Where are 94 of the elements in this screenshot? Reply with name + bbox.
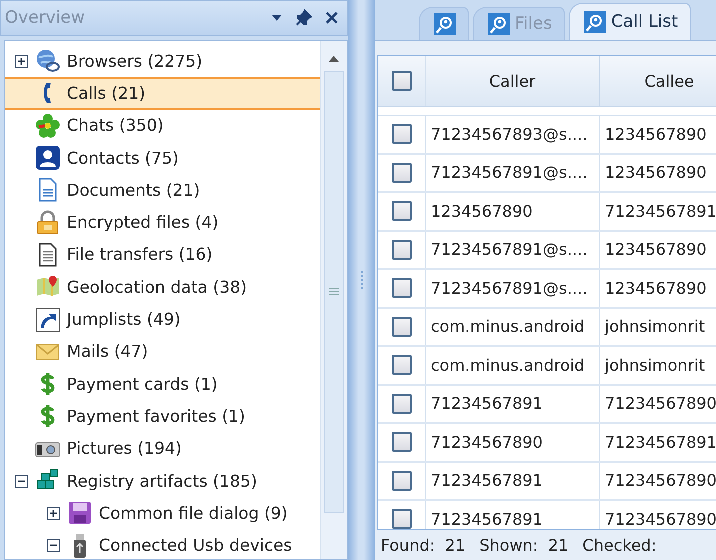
tree-item[interactable]: Connected Usb devices	[5, 529, 320, 559]
table-cell: 1234567890	[605, 163, 707, 182]
phone-icon	[44, 82, 52, 104]
table-cell: 71234567890	[431, 432, 543, 452]
expander-icon[interactable]	[46, 506, 60, 520]
table-cell: 1234567890	[431, 202, 533, 221]
tree-item[interactable]: Encrypted files (4)	[5, 206, 320, 239]
row-checkbox[interactable]	[392, 162, 412, 183]
tree-item[interactable]: Documents (21)	[5, 174, 320, 206]
table-cell: 71234567891	[605, 202, 716, 221]
row-checkbox[interactable]	[392, 355, 412, 376]
row-checkbox[interactable]	[392, 240, 412, 260]
tree-item[interactable]: Common file dialog (9)	[5, 497, 320, 530]
dropdown-icon[interactable]	[271, 14, 283, 22]
expander-icon[interactable]	[46, 539, 60, 552]
tree-item[interactable]: Browsers (2275)	[5, 45, 320, 78]
table-cell: johnsimonrit	[605, 356, 706, 375]
tree-item-label: Connected Usb devices	[99, 536, 292, 556]
tree-item[interactable]: Chats (350)	[5, 110, 320, 142]
tab[interactable]	[419, 7, 469, 40]
status-value: 21	[548, 536, 569, 554]
padlock-icon	[35, 210, 61, 236]
tree-item-label: Calls (21)	[67, 84, 146, 103]
status-label: Found:	[381, 536, 436, 554]
row-checkbox[interactable]	[392, 394, 412, 414]
table-cell: 71234567891	[431, 471, 543, 490]
table-cell: 71234567891	[605, 432, 716, 452]
table-cell: 71234567890	[605, 394, 716, 414]
status-label: Checked:	[582, 536, 657, 554]
tree-item-label: Contacts (75)	[67, 148, 179, 168]
tree-item-label: File transfers (16)	[67, 245, 213, 264]
table-cell: 71234567893@s....	[431, 124, 588, 144]
table-cell: johnsimonrit	[605, 317, 706, 336]
tree-item[interactable]: Geolocation data (38)	[5, 271, 320, 304]
tree-item-label: Mails (47)	[67, 342, 148, 362]
row-checkbox[interactable]	[392, 432, 412, 452]
tree-item[interactable]: File transfers (16)	[5, 238, 320, 272]
table-cell: 1234567890	[605, 124, 707, 144]
tree-item[interactable]: Mails (47)	[5, 336, 320, 368]
splitter-handle[interactable]	[348, 0, 375, 560]
tree-item-label: Payment cards (1)	[67, 374, 218, 394]
tree-item[interactable]: Calls (21)	[5, 77, 320, 110]
tree-item-label: Geolocation data (38)	[67, 278, 248, 297]
tree-item[interactable]: Jumplists (49)	[5, 303, 320, 336]
table-cell: 71234567890	[605, 510, 716, 529]
tree-item-label: Encrypted files (4)	[67, 213, 219, 232]
row-checkbox[interactable]	[392, 124, 412, 144]
tree-item[interactable]: Contacts (75)	[5, 142, 320, 174]
expander-icon[interactable]	[14, 54, 28, 68]
table-cell: 71234567890	[605, 471, 716, 490]
status-label: Shown:	[480, 536, 538, 554]
close-icon[interactable]	[325, 11, 339, 25]
tree-item[interactable]: Registry artifacts (185)	[5, 464, 320, 498]
column-header[interactable]: Caller	[426, 56, 600, 106]
person-icon	[35, 145, 61, 172]
table-cell: 71234567891	[431, 510, 543, 529]
scrollbar[interactable]	[320, 41, 347, 559]
table-cell: com.minus.android	[431, 356, 585, 375]
table-cell: 1234567890	[605, 278, 707, 298]
row-checkbox[interactable]	[392, 509, 412, 529]
table-cell: 1234567890	[605, 240, 707, 260]
table-cell: 71234567891@s....	[431, 278, 588, 298]
scrollbar-thumb[interactable]	[324, 71, 344, 513]
tree-item-label: Payment favorites (1)	[67, 406, 246, 426]
pin-icon[interactable]	[295, 9, 313, 27]
row-checkbox[interactable]	[392, 316, 412, 337]
flower-icon	[35, 112, 61, 139]
tree-item[interactable]: Payment favorites (1)	[5, 400, 320, 433]
status-value: 21	[445, 536, 466, 554]
tree-item-label: Pictures (194)	[67, 439, 182, 458]
row-checkbox[interactable]	[392, 470, 412, 491]
row-checkbox[interactable]	[392, 278, 412, 298]
tree-item-label: Registry artifacts (185)	[67, 472, 258, 490]
panel-title: Overview	[5, 8, 86, 28]
grip-icon	[328, 288, 340, 296]
column-header[interactable]: Callee	[600, 56, 716, 106]
tree-item-label: Chats (350)	[67, 116, 164, 136]
tree-item[interactable]: Pictures (194)	[5, 432, 320, 465]
table-cell: com.minus.android	[431, 317, 585, 336]
tree-item[interactable]: Payment cards (1)	[5, 368, 320, 400]
select-all-checkbox[interactable]	[392, 71, 412, 91]
table-cell: 71234567891	[431, 394, 543, 414]
table-cell: 71234567891@s....	[431, 163, 588, 182]
tree-item-label: Common file dialog (9)	[99, 504, 288, 523]
scroll-up-icon[interactable]	[328, 55, 340, 63]
table-cell: 71234567891@s....	[431, 240, 588, 260]
expander-icon[interactable]	[14, 474, 28, 488]
grip-icon	[360, 270, 364, 290]
tree-item-label: Documents (21)	[67, 180, 200, 200]
tab[interactable]: Call List	[569, 3, 692, 40]
globe-icon	[35, 48, 61, 74]
tree-item-label: Browsers (2275)	[67, 52, 203, 71]
row-checkbox[interactable]	[392, 201, 412, 222]
tree-item-label: Jumplists (49)	[67, 310, 181, 330]
